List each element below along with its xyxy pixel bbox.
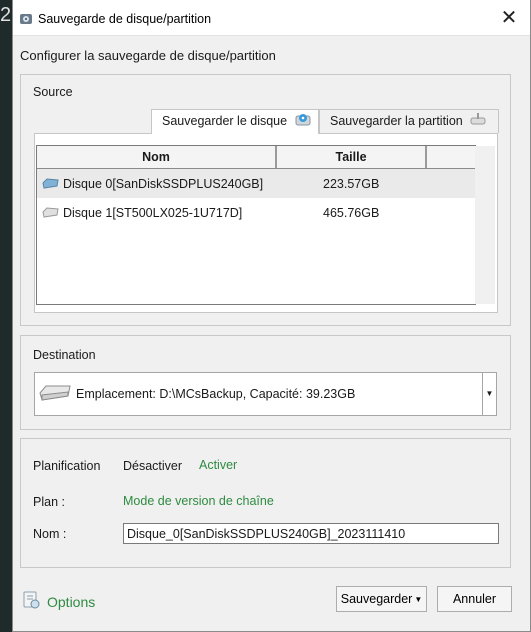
destination-label: Destination [33,348,96,362]
dialog-heading: Configurer la sauvegarde de disque/parti… [20,48,276,63]
tab-backup-partition[interactable]: Sauvegarder la partition [319,109,499,133]
chevron-down-icon[interactable]: ▼ [482,373,496,415]
destination-select[interactable]: Emplacement: D:\MCsBackup, Capacité: 39.… [34,372,497,416]
save-dropdown-caret-icon[interactable]: ▼ [414,595,422,604]
backup-name-input[interactable] [123,523,499,544]
disk-name-cell: Disque 1[ST500LX025-1U717D] [37,206,317,220]
partition-icon [470,111,486,133]
disk-icon [295,111,311,133]
table-scrollbar[interactable] [475,146,495,304]
tab-backup-disk-label: Sauvegarder le disque [162,114,288,128]
background-app-left: 2 [0,0,12,632]
table-row[interactable]: Disque 1[ST500LX025-1U717D] 465.76GB [37,198,475,227]
save-button[interactable]: Sauvegarder ▼ [336,586,427,612]
schedule-status: Désactiver [123,459,183,473]
disk-drive-icon [41,177,59,190]
destination-group: Destination Emplacement: D:\MCsBackup, C… [20,335,511,430]
background-left-text: 2 [0,4,12,26]
tab-backup-partition-label: Sauvegarder la partition [330,114,463,128]
name-label: Nom : [33,527,67,541]
options-icon [21,590,41,613]
source-group: Source Sauvegarder le disque Sauvegarder… [20,74,511,326]
hard-drive-icon [38,383,72,406]
disk-name: Disque 0[SanDiskSSDPLUS240GB] [63,176,264,191]
column-header-name[interactable]: Nom [37,146,277,168]
schedule-enable-link[interactable]: Activer [199,458,237,472]
schedule-label: Planification [33,459,101,473]
backup-dialog: Sauvegarde de disque/partition ✕ Configu… [12,0,531,632]
disk-size: 223.57GB [323,176,380,191]
options-button[interactable]: Options [21,590,95,613]
planning-group: Planification Désactiver Activer Plan : … [20,438,511,568]
source-label: Source [33,85,73,99]
disk-tab-pane: Nom Taille Disque 0[SanDiskSSDPLUS240GB]… [34,133,498,313]
window-title: Sauvegarde de disque/partition [38,12,212,26]
table-row[interactable]: Disque 0[SanDiskSSDPLUS240GB] 223.57GB [37,169,475,198]
disk-size: 465.76GB [323,205,380,220]
options-label: Options [47,593,96,610]
plan-label: Plan : [33,495,65,509]
tab-backup-disk[interactable]: Sauvegarder le disque [151,109,319,134]
disk-name-cell: Disque 0[SanDiskSSDPLUS240GB] [37,177,317,191]
disk-table: Nom Taille Disque 0[SanDiskSSDPLUS240GB]… [36,145,495,305]
dialog-footer: Options Sauvegarder ▼ Annuler [13,576,531,632]
save-button-label: Sauvegarder [340,592,413,606]
column-header-size[interactable]: Taille [277,146,427,168]
table-header: Nom Taille [37,146,475,169]
plan-mode-link[interactable]: Mode de version de chaîne [123,494,274,508]
backup-app-icon [19,12,33,26]
disk-name: Disque 1[ST500LX025-1U717D] [63,205,243,220]
cancel-button[interactable]: Annuler [437,586,512,612]
destination-value: Emplacement: D:\MCsBackup, Capacité: 39.… [76,387,356,401]
disk-drive-icon [41,206,59,219]
close-icon[interactable]: ✕ [494,4,524,32]
title-bar[interactable]: Sauvegarde de disque/partition ✕ [13,0,530,36]
